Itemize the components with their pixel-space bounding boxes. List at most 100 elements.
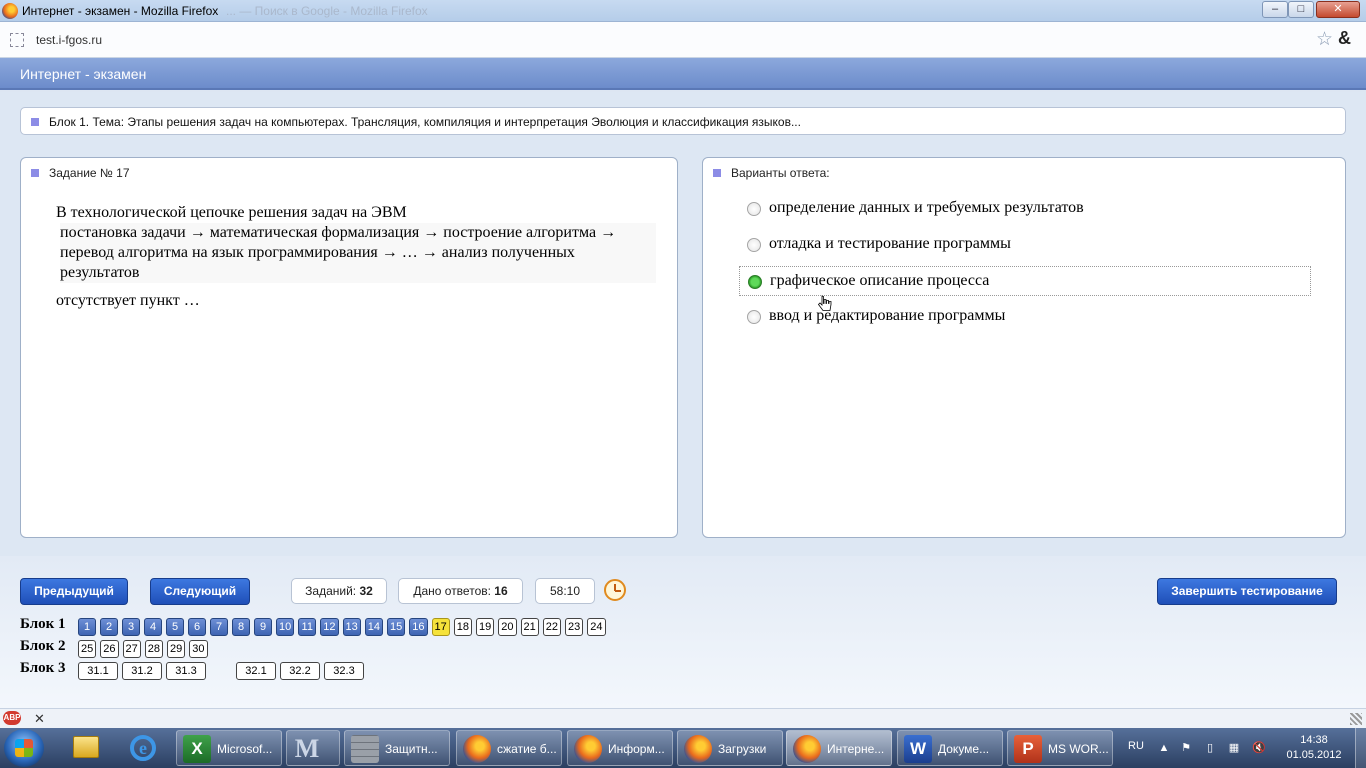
- question-number-button[interactable]: 32.1: [236, 662, 276, 680]
- wall-icon: [351, 735, 379, 763]
- answer-option[interactable]: отладка и тестирование программы: [739, 230, 1311, 260]
- question-number-row: 1 2 3 4 5 6 7 8 9 10 11 12 13 14 15 16 17 18 19 20 21 22 23 24: [78, 618, 606, 636]
- question-number-button[interactable]: 31.1: [78, 662, 118, 680]
- answers-panel: Варианты ответа: определение данных и тр…: [702, 157, 1346, 538]
- question-number-button[interactable]: 3: [122, 618, 140, 636]
- word-icon: W: [904, 735, 932, 763]
- page-header: Интернет - экзамен: [0, 58, 1366, 90]
- answered-count-box: Дано ответов: 16: [398, 578, 523, 604]
- start-button[interactable]: [4, 729, 44, 767]
- bookmark-star-icon[interactable]: ☆: [1316, 28, 1333, 51]
- folder-icon: [73, 736, 99, 758]
- question-number-button[interactable]: 5: [166, 618, 184, 636]
- taskbar-button[interactable]: Интерне...: [786, 730, 892, 766]
- pinned-explorer[interactable]: [60, 731, 110, 765]
- network-icon[interactable]: ▦: [1228, 742, 1240, 754]
- close-addon-bar-icon[interactable]: ✕: [34, 711, 45, 727]
- question-number-button[interactable]: 8: [232, 618, 250, 636]
- question-number-button[interactable]: 2: [100, 618, 118, 636]
- question-number-button[interactable]: 15: [387, 618, 406, 636]
- adblock-plus-icon[interactable]: ABP: [3, 711, 21, 725]
- question-number-button[interactable]: 10: [276, 618, 295, 636]
- question-number-button[interactable]: 30: [189, 640, 208, 658]
- tray-device-icon[interactable]: ▯: [1204, 742, 1216, 754]
- language-indicator[interactable]: RU: [1128, 740, 1144, 752]
- question-number-button[interactable]: 17: [431, 618, 450, 636]
- answer-label[interactable]: ввод и редактирование программы: [769, 307, 1005, 325]
- question-number-button[interactable]: 31.2: [122, 662, 162, 680]
- question-number-button[interactable]: 9: [254, 618, 272, 636]
- question-number-button[interactable]: 19: [476, 618, 495, 636]
- powerpoint-icon: P: [1014, 735, 1042, 763]
- site-identity-icon[interactable]: [10, 33, 24, 47]
- question-number-button[interactable]: 22: [542, 618, 561, 636]
- question-number-button[interactable]: 21: [520, 618, 539, 636]
- answer-option-selected[interactable]: графическое описание процесса: [739, 266, 1311, 296]
- tasks-count-label: Заданий:: [305, 584, 357, 598]
- navigation-bar: test.i-fgos.ru ☆ &: [0, 22, 1366, 58]
- question-number-button[interactable]: 23: [565, 618, 584, 636]
- question-number-button[interactable]: 1: [78, 618, 96, 636]
- question-number-button[interactable]: 32.3: [324, 662, 364, 680]
- question-number-button[interactable]: 26: [100, 640, 119, 658]
- taskbar-button[interactable]: Информ...: [567, 730, 673, 766]
- taskbar-button[interactable]: W Докуме...: [897, 730, 1003, 766]
- pinned-internet-explorer[interactable]: e: [118, 731, 168, 765]
- question-number-button[interactable]: 24: [587, 618, 606, 636]
- block-topic-bar: Блок 1. Тема: Этапы решения задач на ком…: [20, 107, 1346, 135]
- excel-icon: X: [183, 735, 211, 763]
- question-number-button[interactable]: 13: [342, 618, 361, 636]
- answer-option[interactable]: определение данных и требуемых результат…: [739, 194, 1311, 224]
- question-number-button[interactable]: 29: [167, 640, 186, 658]
- question-number-button[interactable]: 18: [453, 618, 472, 636]
- minimize-button[interactable]: –: [1262, 1, 1288, 18]
- question-number-button[interactable]: 16: [409, 618, 428, 636]
- question-number-button[interactable]: 25: [78, 640, 97, 658]
- previous-button[interactable]: Предыдущий: [20, 578, 128, 605]
- resize-grip-icon[interactable]: [1350, 713, 1362, 725]
- maximize-button[interactable]: □: [1288, 1, 1314, 18]
- answer-label[interactable]: отладка и тестирование программы: [769, 235, 1011, 253]
- internet-explorer-icon: e: [130, 735, 156, 761]
- firefox-icon: [684, 735, 712, 763]
- question-number-button[interactable]: 11: [298, 618, 317, 636]
- question-number-button[interactable]: 7: [210, 618, 228, 636]
- question-number-button[interactable]: 20: [498, 618, 517, 636]
- taskbar-button-label: сжатие б...: [497, 742, 557, 756]
- taskbar-button[interactable]: сжатие б...: [456, 730, 562, 766]
- window-title: Интернет - экзамен - Mozilla Firefox: [22, 4, 219, 18]
- taskbar-button[interactable]: Защитн...: [344, 730, 450, 766]
- question-line1: В технологической цепочке решения задач …: [56, 204, 407, 221]
- system-clock[interactable]: 14:38 01.05.2012: [1280, 733, 1348, 763]
- answer-label[interactable]: определение данных и требуемых результат…: [769, 199, 1084, 217]
- action-center-flag-icon[interactable]: ⚑: [1180, 742, 1192, 754]
- volume-muted-icon[interactable]: 🔇: [1252, 742, 1266, 754]
- answer-label[interactable]: графическое описание процесса: [770, 272, 989, 290]
- taskbar-button[interactable]: M: [286, 730, 340, 766]
- question-number-button[interactable]: 31.3: [166, 662, 206, 680]
- show-hidden-icons-icon[interactable]: ▲: [1158, 742, 1170, 754]
- question-number-button[interactable]: 28: [144, 640, 163, 658]
- tasks-count-box: Заданий: 32: [291, 578, 387, 604]
- block-topic-text: Блок 1. Тема: Этапы решения задач на ком…: [49, 115, 801, 129]
- question-number-button[interactable]: 4: [144, 618, 162, 636]
- question-number-button[interactable]: 32.2: [280, 662, 320, 680]
- radio-button[interactable]: [747, 202, 761, 216]
- question-number-button[interactable]: 14: [364, 618, 383, 636]
- clock-date: 01.05.2012: [1286, 749, 1342, 761]
- radio-button-checked[interactable]: [748, 275, 762, 289]
- taskbar-button[interactable]: P MS WOR...: [1007, 730, 1113, 766]
- finish-test-button[interactable]: Завершить тестирование: [1157, 578, 1337, 605]
- question-number-button[interactable]: 27: [122, 640, 141, 658]
- show-desktop-button[interactable]: [1355, 728, 1366, 768]
- question-number-button[interactable]: 6: [188, 618, 206, 636]
- addon-ampersand-icon[interactable]: &: [1338, 28, 1351, 49]
- taskbar-button[interactable]: X Microsof...: [176, 730, 282, 766]
- close-window-button[interactable]: ✕: [1316, 1, 1360, 18]
- next-button[interactable]: Следующий: [150, 578, 250, 605]
- taskbar-button[interactable]: Загрузки: [677, 730, 783, 766]
- radio-button[interactable]: [747, 310, 761, 324]
- url-field[interactable]: test.i-fgos.ru: [36, 33, 102, 47]
- question-number-button[interactable]: 12: [320, 618, 339, 636]
- radio-button[interactable]: [747, 238, 761, 252]
